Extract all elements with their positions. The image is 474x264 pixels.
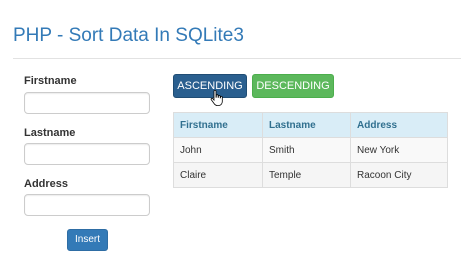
title-divider — [13, 58, 461, 59]
lastname-label: Lastname — [24, 127, 76, 139]
data-table: Firstname Lastname Address John Smith Ne… — [173, 112, 448, 188]
cell-address: Racoon City — [350, 162, 448, 188]
column-header-lastname: Lastname — [262, 112, 351, 138]
column-header-address: Address — [350, 112, 448, 138]
insert-button[interactable]: Insert — [67, 229, 108, 251]
table-row: Claire Temple Racoon City — [173, 162, 448, 188]
cell-lastname: Temple — [262, 162, 351, 188]
cell-firstname: Claire — [173, 162, 263, 188]
address-input[interactable] — [24, 194, 150, 216]
page-title: PHP - Sort Data In SQLite3 — [13, 25, 244, 46]
address-label: Address — [24, 178, 69, 190]
hand-pointer-icon — [210, 90, 223, 106]
descending-button[interactable]: DESCENDING — [252, 74, 334, 98]
table-row: John Smith New York — [173, 137, 448, 163]
lastname-input[interactable] — [24, 143, 150, 165]
column-header-firstname: Firstname — [173, 112, 263, 138]
cell-lastname: Smith — [262, 137, 351, 163]
firstname-label: Firstname — [24, 75, 77, 87]
cell-firstname: John — [173, 137, 263, 163]
table-header-row: Firstname Lastname Address — [173, 112, 448, 138]
firstname-input[interactable] — [24, 92, 150, 114]
cell-address: New York — [350, 137, 448, 163]
